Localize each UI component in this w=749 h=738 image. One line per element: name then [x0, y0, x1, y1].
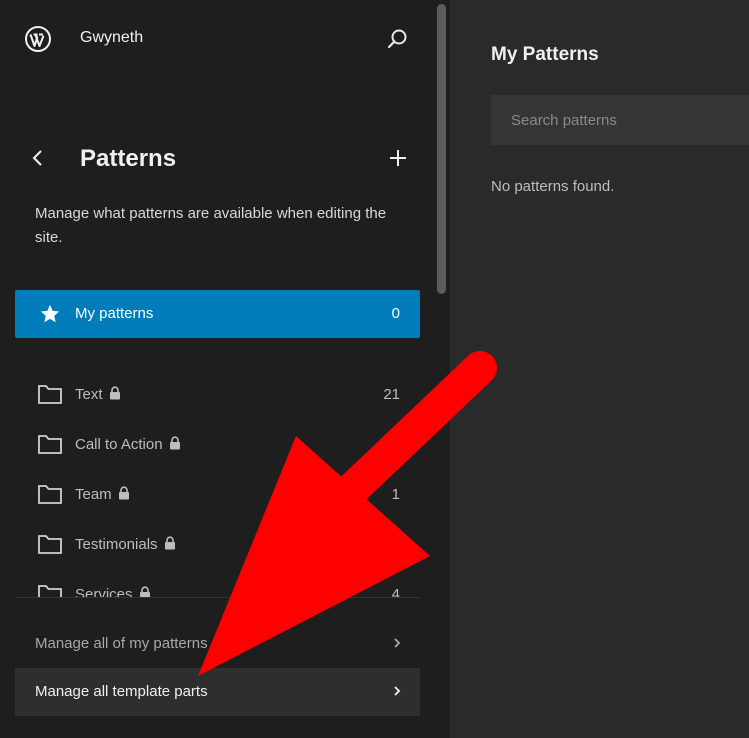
page-title: Patterns [80, 145, 177, 172]
link-label: Manage all of my patterns [35, 635, 208, 652]
sidebar: Gwyneth Patterns Manage what patterns ar… [0, 0, 435, 738]
sidebar-item-call-to-action[interactable]: Call to Action 1 [15, 420, 420, 470]
sidebar-item-team[interactable]: Team 1 [15, 470, 420, 520]
main-title: My Patterns [491, 44, 599, 65]
manage-my-patterns-link[interactable]: Manage all of my patterns [15, 620, 420, 668]
sidebar-item-label: Call to Action [75, 436, 163, 453]
folder-icon [38, 485, 62, 504]
count-badge: 0 [391, 305, 400, 322]
category-list: Text 21 Call to Action 1 Team 1 Testimon… [15, 370, 420, 598]
sidebar-item-text[interactable]: Text 21 [15, 370, 420, 420]
lock-icon [164, 536, 175, 550]
sidebar-item-testimonials[interactable]: Testimonials 8 [15, 520, 420, 570]
chevron-right-icon [394, 686, 401, 696]
divider [15, 597, 420, 598]
folder-icon [38, 585, 62, 598]
chevron-right-icon [394, 638, 401, 648]
sidebar-item-label: Team [75, 486, 112, 503]
link-label: Manage all template parts [35, 683, 208, 700]
lock-icon [169, 436, 180, 450]
folder-icon [38, 385, 62, 404]
sidebar-item-label: Text [75, 386, 103, 403]
sidebar-item-services[interactable]: Services 4 [15, 570, 420, 598]
wordpress-logo-icon[interactable] [25, 26, 51, 52]
count-badge: 21 [383, 386, 400, 403]
chevron-left-icon[interactable] [28, 146, 48, 170]
sidebar-description: Manage what patterns are available when … [35, 205, 387, 246]
sidebar-item-my-patterns[interactable]: My patterns 0 [15, 290, 420, 338]
sidebar-item-label: My patterns [75, 305, 154, 322]
plus-icon[interactable] [386, 146, 410, 170]
lock-icon [109, 386, 120, 400]
folder-icon [38, 535, 62, 554]
count-badge: 1 [391, 486, 400, 503]
lock-icon [118, 486, 129, 500]
search-icon[interactable] [384, 25, 412, 53]
search-input[interactable] [491, 95, 749, 145]
scrollbar[interactable] [437, 4, 446, 294]
star-icon [40, 304, 60, 323]
count-badge: 8 [391, 536, 400, 553]
main-panel: My Patterns No patterns found. [451, 0, 749, 738]
count-badge: 1 [391, 436, 400, 453]
sidebar-item-label: Testimonials [75, 536, 158, 553]
empty-state-message: No patterns found. [491, 178, 615, 195]
site-name[interactable]: Gwyneth [80, 29, 143, 47]
folder-icon [38, 435, 62, 454]
manage-template-parts-link[interactable]: Manage all template parts [15, 668, 420, 716]
